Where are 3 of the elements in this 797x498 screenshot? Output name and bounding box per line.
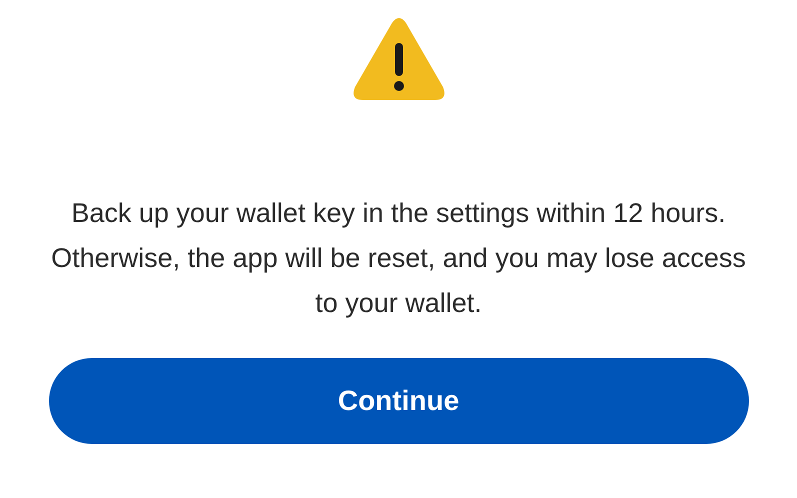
warning-icon [352,16,446,102]
continue-button[interactable]: Continue [48,358,748,444]
warning-message: Back up your wallet key in the settings within 12 hours. Otherwise, the app will be reset, and you may lose access to your wallet. [50,197,747,320]
